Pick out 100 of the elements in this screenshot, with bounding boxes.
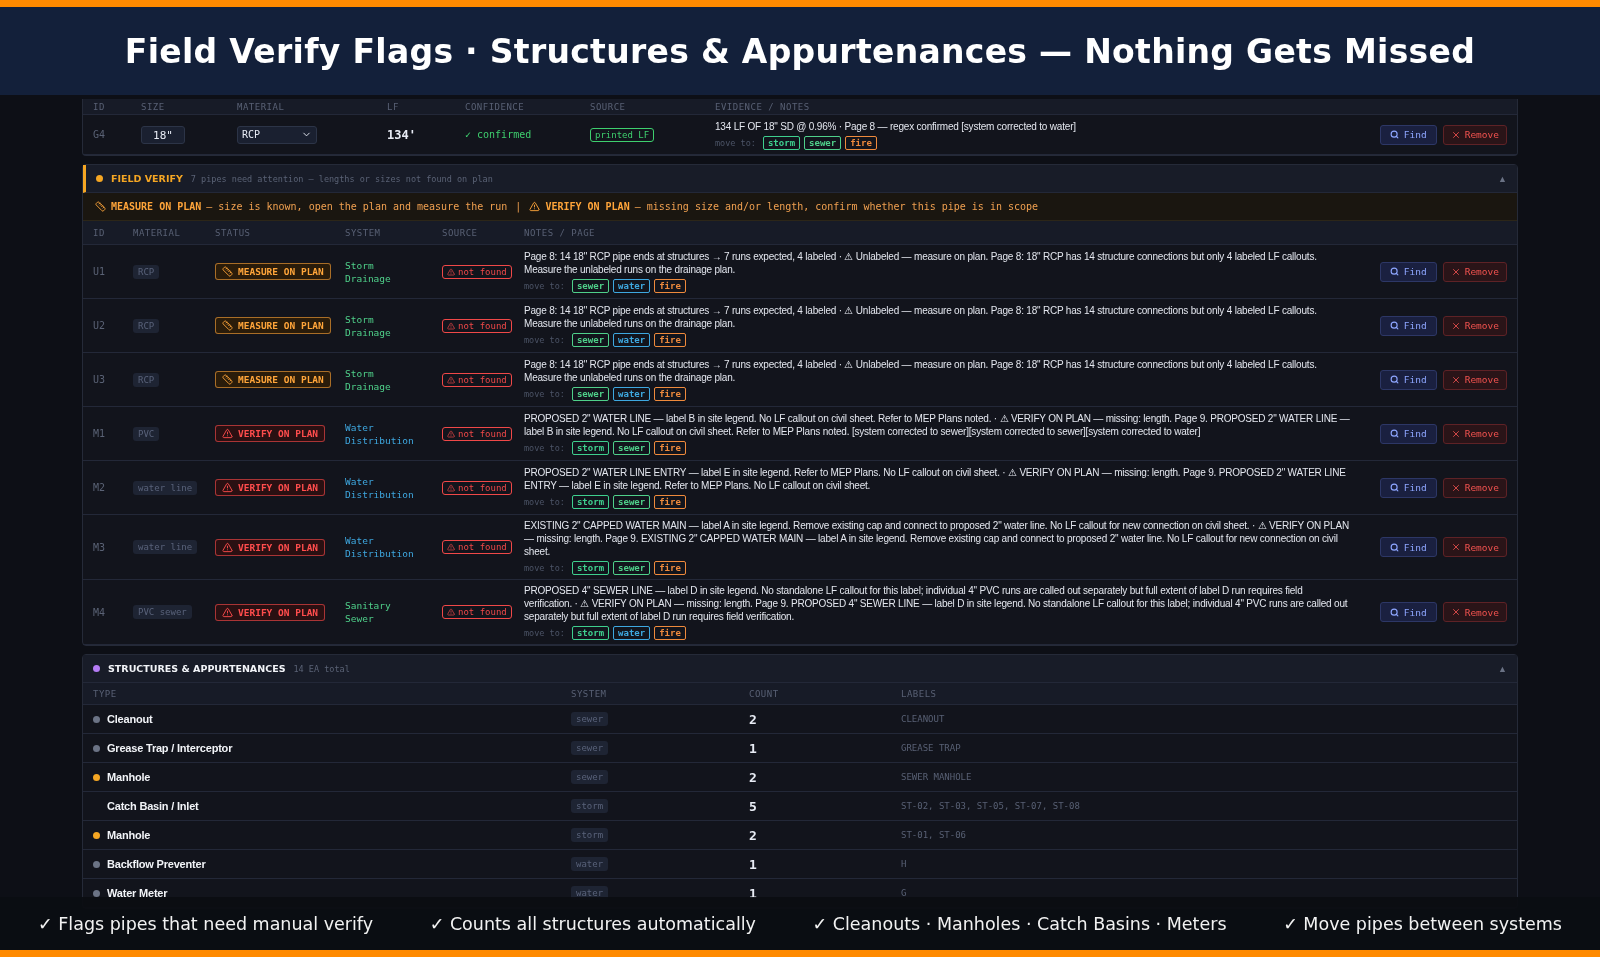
move-to-label: move to: bbox=[715, 137, 756, 148]
move-to-button[interactable]: fire bbox=[845, 135, 877, 150]
labels-text: G bbox=[901, 888, 908, 898]
find-button[interactable]: Find bbox=[1379, 261, 1437, 282]
collapse-button[interactable]: ▲ bbox=[1498, 663, 1507, 674]
material-tag: RCP bbox=[133, 264, 160, 279]
move-to-button[interactable]: fire bbox=[654, 387, 686, 401]
close-icon bbox=[1450, 129, 1461, 140]
move-to-button[interactable]: water bbox=[613, 333, 651, 347]
move-to-button[interactable]: fire bbox=[654, 561, 686, 575]
move-to-button[interactable]: sewer bbox=[571, 279, 610, 293]
move-to-button[interactable]: fire bbox=[654, 279, 686, 293]
system-tag: sewer bbox=[571, 712, 609, 726]
structure-type: Manhole bbox=[107, 771, 151, 783]
move-to-button[interactable]: fire bbox=[654, 626, 686, 640]
collapse-button[interactable]: ▲ bbox=[1498, 173, 1507, 184]
move-to-button[interactable]: water bbox=[613, 387, 651, 401]
warning-icon bbox=[447, 429, 455, 438]
status-dot bbox=[96, 175, 103, 182]
count-value: 1 bbox=[749, 885, 758, 901]
column-header: NOTES / PAGE bbox=[524, 227, 597, 238]
warning-icon bbox=[447, 543, 455, 551]
remove-button[interactable]: Remove bbox=[1442, 423, 1507, 444]
warning-icon bbox=[222, 428, 233, 439]
column-header: LABELS bbox=[901, 688, 938, 699]
system-text: Storm Drainage bbox=[345, 258, 392, 285]
legend-label: VERIFY ON PLAN bbox=[545, 201, 630, 212]
move-to-button[interactable]: sewer bbox=[804, 135, 842, 150]
move-to-label: move to: bbox=[524, 281, 565, 291]
material-tag: RCP bbox=[133, 372, 160, 387]
move-to-button[interactable]: fire bbox=[654, 495, 686, 509]
warning-icon bbox=[222, 541, 233, 553]
structure-type: Catch Basin / Inlet bbox=[107, 800, 199, 812]
find-button[interactable]: Find bbox=[1379, 315, 1437, 336]
remove-button[interactable]: Remove bbox=[1442, 602, 1507, 622]
warning-icon bbox=[447, 608, 455, 616]
labels-text: H bbox=[901, 859, 908, 869]
length-value: 134' bbox=[387, 127, 417, 142]
move-to-button[interactable]: sewer bbox=[613, 441, 651, 455]
find-button[interactable]: Find bbox=[1379, 477, 1437, 498]
caption-text: ✓ Move pipes between systems bbox=[1283, 913, 1562, 934]
remove-button[interactable]: Remove bbox=[1442, 369, 1507, 390]
system-tag: storm bbox=[571, 828, 609, 842]
move-to-button[interactable]: storm bbox=[571, 626, 610, 640]
column-header: CONFIDENCE bbox=[465, 101, 526, 112]
material-dropdown[interactable]: RCP bbox=[237, 125, 317, 144]
structure-type: Backflow Preventer bbox=[107, 858, 206, 870]
column-header: MATERIAL bbox=[133, 227, 182, 238]
find-button[interactable]: Find bbox=[1379, 124, 1437, 145]
move-to-button[interactable]: sewer bbox=[613, 561, 651, 575]
move-to-button[interactable]: sewer bbox=[613, 495, 651, 509]
search-icon bbox=[1389, 483, 1399, 492]
find-button[interactable]: Find bbox=[1379, 423, 1437, 444]
column-header: SOURCE bbox=[590, 101, 627, 112]
find-button[interactable]: Find bbox=[1379, 537, 1437, 557]
move-to-button[interactable]: storm bbox=[571, 561, 610, 575]
evidence-text: 134 LF OF 18" SD @ 0.96% · Page 8 — regex confirmed [system corrected to water] bbox=[715, 119, 1077, 133]
move-to-button[interactable]: storm bbox=[762, 135, 801, 150]
search-icon bbox=[1389, 267, 1399, 276]
move-to-button[interactable]: water bbox=[613, 279, 651, 293]
material-tag: water line bbox=[133, 540, 198, 554]
pipe-id: M2 bbox=[93, 482, 107, 493]
move-to-button[interactable]: fire bbox=[654, 441, 686, 455]
search-icon bbox=[1389, 375, 1399, 384]
move-to-button[interactable]: sewer bbox=[571, 333, 610, 347]
remove-button[interactable]: Remove bbox=[1442, 261, 1507, 282]
size-field[interactable]: 18" bbox=[141, 126, 185, 145]
system-tag: sewer bbox=[571, 741, 609, 755]
page-title: Field Verify Flags · Structures & Appurtenances — Nothing Gets Missed bbox=[124, 31, 1476, 71]
column-header: SYSTEM bbox=[345, 227, 382, 238]
move-to-button[interactable]: storm bbox=[571, 441, 610, 455]
column-header: SYSTEM bbox=[571, 688, 608, 699]
warning-icon bbox=[447, 267, 455, 276]
source-tag: printed LF bbox=[590, 127, 655, 142]
find-button[interactable]: Find bbox=[1379, 369, 1437, 390]
remove-button[interactable]: Remove bbox=[1442, 124, 1507, 145]
column-header: ID bbox=[93, 227, 106, 238]
find-button[interactable]: Find bbox=[1379, 602, 1437, 622]
close-icon bbox=[1450, 482, 1461, 493]
move-to-label: move to: bbox=[524, 443, 565, 453]
move-to-button[interactable]: water bbox=[613, 626, 651, 640]
labels-text: GREASE TRAP bbox=[901, 743, 962, 753]
move-to-button[interactable]: storm bbox=[571, 495, 610, 509]
system-tag: water bbox=[571, 857, 609, 871]
warning-icon bbox=[447, 483, 455, 492]
status-badge: MEASURE ON PLAN bbox=[215, 317, 331, 334]
remove-button[interactable]: Remove bbox=[1442, 477, 1507, 498]
remove-button[interactable]: Remove bbox=[1442, 315, 1507, 336]
remove-button[interactable]: Remove bbox=[1442, 537, 1507, 557]
status-badge: VERIFY ON PLAN bbox=[215, 425, 326, 442]
status-badge: MEASURE ON PLAN bbox=[215, 371, 331, 388]
material-tag: water line bbox=[133, 480, 198, 495]
move-to-button[interactable]: sewer bbox=[571, 387, 610, 401]
move-to-button[interactable]: fire bbox=[654, 333, 686, 347]
count-value: 2 bbox=[749, 827, 758, 843]
structure-type: Water Meter bbox=[107, 887, 168, 899]
system-text: Water Distribution bbox=[345, 534, 415, 560]
move-to-label: move to: bbox=[524, 335, 565, 345]
column-header: MATERIAL bbox=[237, 101, 286, 112]
section-title: STRUCTURES & APPURTENANCES bbox=[108, 663, 286, 674]
